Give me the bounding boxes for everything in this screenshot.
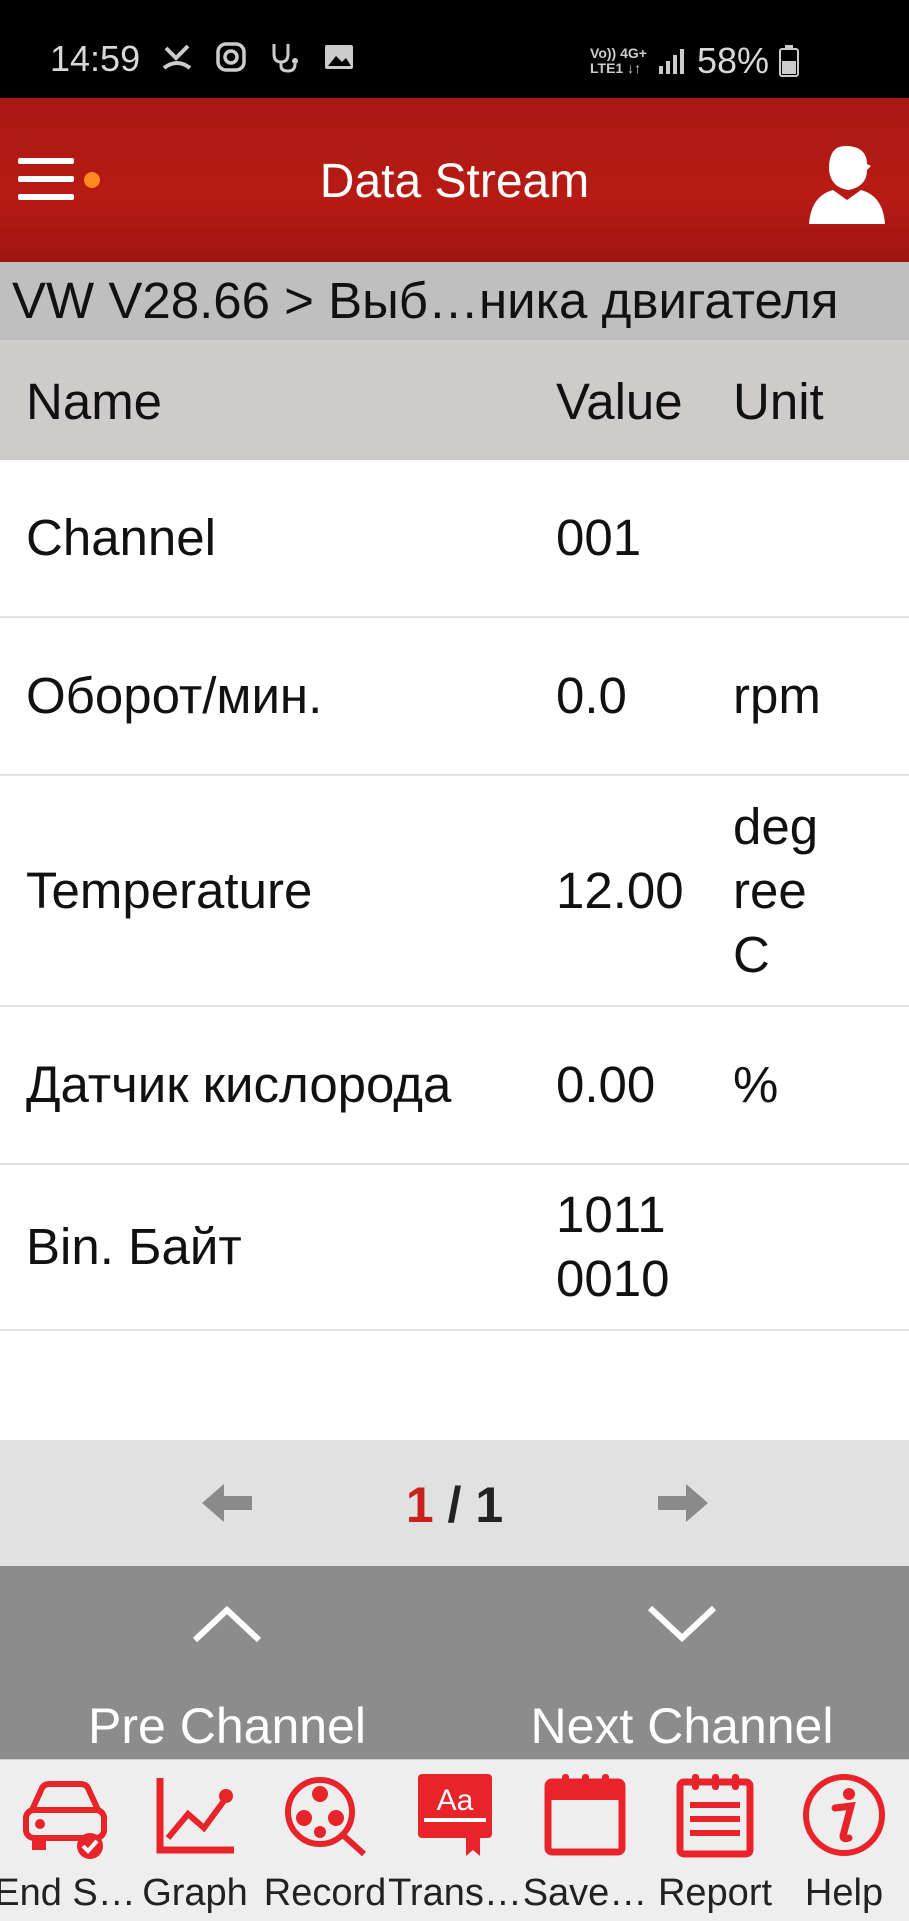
translate-button[interactable]: Aa Trans… xyxy=(388,1760,522,1921)
toolbar-label: Record xyxy=(263,1872,387,1914)
row-value: 1011 0010 xyxy=(556,1186,670,1307)
pagination: 1 / 1 xyxy=(0,1440,909,1566)
network-type-bottom: LTE1 ↓↑ xyxy=(590,60,642,76)
toolbar-label: Report xyxy=(657,1872,773,1914)
current-page: 1 xyxy=(405,1477,434,1533)
report-button[interactable]: Report xyxy=(650,1760,780,1921)
row-value: 0.00 xyxy=(556,1056,656,1113)
row-unit: rpm xyxy=(733,667,821,724)
chevron-down-icon xyxy=(647,1605,717,1643)
network-type: Vo)) 4G+ LTE1 ↓↑ xyxy=(590,46,647,76)
toolbar-label: Save… xyxy=(522,1872,648,1914)
gallery-icon xyxy=(325,45,353,69)
graph-icon xyxy=(156,1778,234,1854)
table-row[interactable]: Temperature 12.00 deg ree C xyxy=(0,776,909,1007)
row-unit: deg ree C xyxy=(733,797,819,983)
record-reel-icon xyxy=(285,1777,367,1857)
row-unit: % xyxy=(733,1056,779,1113)
report-icon xyxy=(676,1774,754,1858)
next-page-arrow-icon[interactable] xyxy=(654,1478,710,1528)
toolbar-label: Trans… xyxy=(388,1872,522,1914)
next-channel-label: Next Channel xyxy=(530,1698,834,1754)
row-value: 001 xyxy=(556,509,642,566)
row-value: 12.00 xyxy=(556,861,684,919)
chevron-up-icon xyxy=(192,1605,262,1643)
next-channel-button[interactable]: Next Channel xyxy=(455,1566,909,1759)
row-value: 0.0 xyxy=(556,667,627,724)
channel-navigation: Pre Channel Next Channel xyxy=(0,1566,909,1759)
page-indicator: 1 / 1 xyxy=(0,1476,909,1534)
network-type-top: Vo)) 4G+ xyxy=(590,45,647,61)
page-separator: / xyxy=(433,1477,476,1533)
column-header-value: Value xyxy=(556,373,683,430)
column-header-name: Name xyxy=(26,373,163,430)
user-profile-icon[interactable] xyxy=(807,140,887,226)
svg-text:Aa: Aa xyxy=(437,1784,474,1817)
toolbar-label: Graph xyxy=(142,1872,248,1914)
app-header: Data Stream xyxy=(0,98,909,262)
row-name: Temperature xyxy=(26,861,313,919)
page-title: Data Stream xyxy=(319,155,590,208)
row-name: Датчик кислорода xyxy=(26,1056,452,1113)
table-row[interactable]: Оборот/мин. 0.0 rpm xyxy=(0,618,909,776)
column-header-unit: Unit xyxy=(733,373,824,430)
toolbar-label: Help xyxy=(804,1872,884,1914)
battery-percent: 58% xyxy=(696,40,769,81)
table-row[interactable]: Channel 001 xyxy=(0,460,909,618)
status-bar: 14:59 Vo)) 4G+ LTE1 ↓↑ 58% xyxy=(0,0,909,98)
bottom-toolbar: End S… Graph Record Aa Trans… Save… Repo… xyxy=(0,1759,909,1921)
stethoscope-icon xyxy=(272,44,298,73)
status-time: 14:59 xyxy=(50,38,141,79)
table-row[interactable]: Bin. Байт 1011 0010 xyxy=(0,1165,909,1331)
breadcrumb: VW V28.66 > Выб…ника двигателя xyxy=(0,262,909,340)
record-button[interactable]: Record xyxy=(260,1760,390,1921)
status-indicators: Vo)) 4G+ LTE1 ↓↑ 58% xyxy=(590,40,799,82)
total-pages: 1 xyxy=(475,1477,504,1533)
translate-icon: Aa xyxy=(418,1774,492,1856)
toolbar-label: End S… xyxy=(0,1872,136,1914)
car-check-icon xyxy=(23,1781,107,1859)
battery-icon xyxy=(779,45,799,77)
row-name: Оборот/мин. xyxy=(26,667,323,724)
missed-call-icon xyxy=(162,44,192,70)
row-name: Bin. Байт xyxy=(26,1218,242,1275)
info-icon xyxy=(803,1774,885,1856)
graph-button[interactable]: Graph xyxy=(130,1760,260,1921)
instagram-icon xyxy=(216,42,246,72)
table-header: Name Value Unit xyxy=(0,340,909,460)
end-session-button[interactable]: End S… xyxy=(0,1760,136,1921)
notification-icons xyxy=(160,40,356,74)
save-button[interactable]: Save… xyxy=(520,1760,650,1921)
signal-icon xyxy=(658,49,684,74)
calendar-save-icon xyxy=(544,1774,626,1856)
pre-channel-label: Pre Channel xyxy=(88,1698,366,1754)
pre-channel-button[interactable]: Pre Channel xyxy=(0,1566,454,1759)
row-name: Channel xyxy=(26,509,216,566)
help-button[interactable]: Help xyxy=(779,1760,909,1921)
table-row[interactable]: Датчик кислорода 0.00 % xyxy=(0,1007,909,1165)
